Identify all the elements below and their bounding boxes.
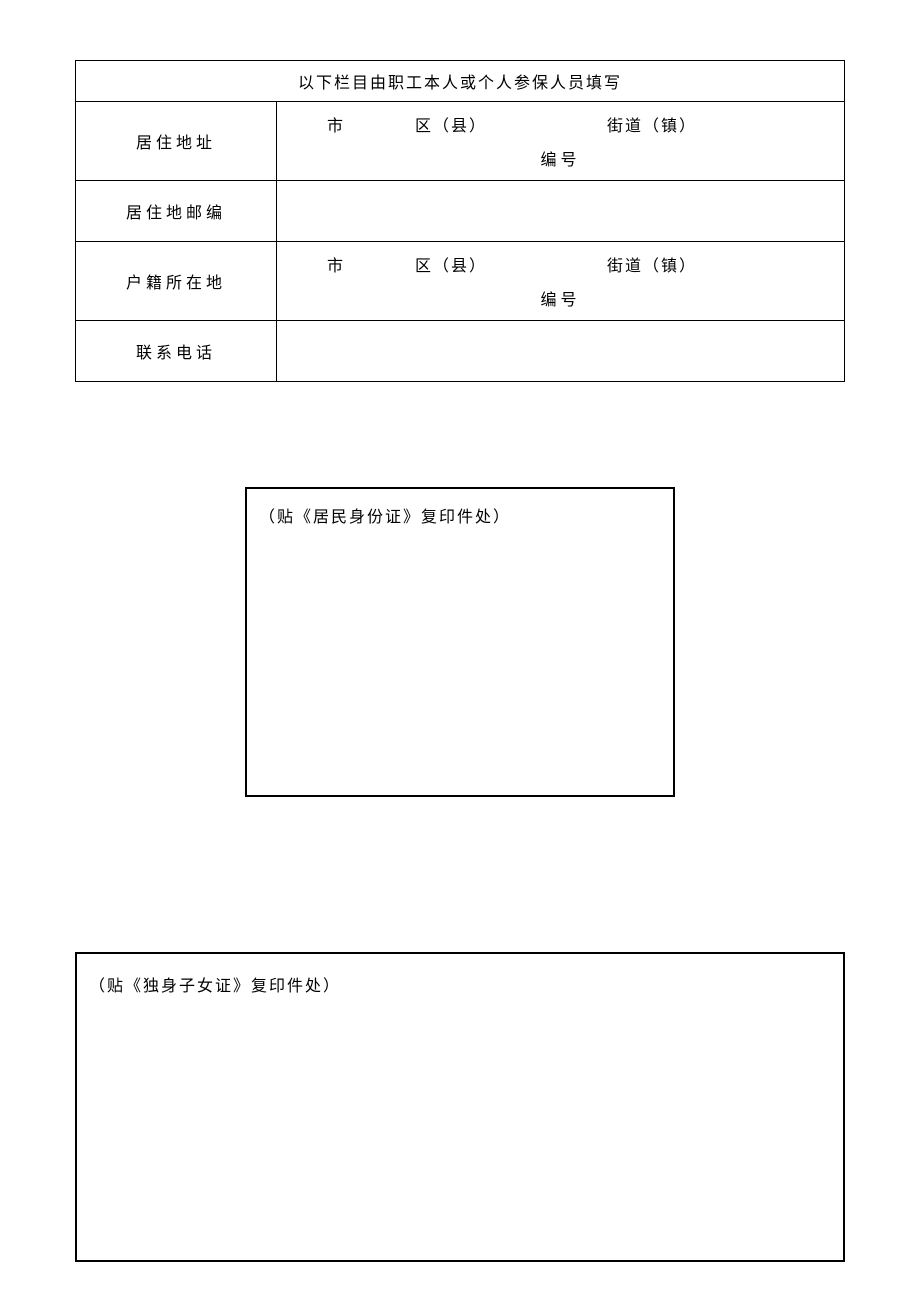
addr-district: 区（县） xyxy=(415,112,487,136)
header-text: 以下栏目由职工本人或个人参保人员填写 xyxy=(298,75,622,92)
only-child-cert-paste-text: （贴《独身子女证》复印件处） xyxy=(89,978,341,995)
addr-city: 市 xyxy=(327,112,345,136)
row-label-phone: 联系电话 xyxy=(76,321,277,382)
id-card-paste-box: （贴《居民身份证》复印件处） xyxy=(245,487,675,797)
address-line2: 编号 xyxy=(277,146,844,170)
postal-value-cell[interactable] xyxy=(277,181,845,242)
only-child-cert-paste-box: （贴《独身子女证》复印件处） xyxy=(75,952,845,1262)
address-label: 居住地址 xyxy=(136,135,216,152)
phone-value-cell[interactable] xyxy=(277,321,845,382)
row-label-address: 居住地址 xyxy=(76,102,277,181)
hukou-street: 街道（镇） xyxy=(607,252,697,276)
hukou-line2: 编号 xyxy=(277,286,844,310)
hukou-line1: 市 区（县） 街道（镇） xyxy=(277,252,844,276)
row-label-hukou: 户籍所在地 xyxy=(76,242,277,321)
addr-number: 编号 xyxy=(540,152,580,169)
hukou-number: 编号 xyxy=(540,292,580,309)
table-header: 以下栏目由职工本人或个人参保人员填写 xyxy=(76,61,845,102)
postal-label: 居住地邮编 xyxy=(126,205,226,222)
address-line1: 市 区（县） 街道（镇） xyxy=(277,112,844,136)
phone-label: 联系电话 xyxy=(136,345,216,362)
hukou-value-cell[interactable]: 市 区（县） 街道（镇） 编号 xyxy=(277,242,845,321)
addr-street: 街道（镇） xyxy=(607,112,697,136)
form-table: 以下栏目由职工本人或个人参保人员填写 居住地址 市 区（县） 街道（镇） 编号 … xyxy=(75,60,845,382)
hukou-label: 户籍所在地 xyxy=(126,275,226,292)
hukou-district: 区（县） xyxy=(415,252,487,276)
address-value-cell[interactable]: 市 区（县） 街道（镇） 编号 xyxy=(277,102,845,181)
hukou-city: 市 xyxy=(327,252,345,276)
row-label-postal: 居住地邮编 xyxy=(76,181,277,242)
id-card-paste-text: （贴《居民身份证》复印件处） xyxy=(259,509,511,526)
page: 以下栏目由职工本人或个人参保人员填写 居住地址 市 区（县） 街道（镇） 编号 … xyxy=(0,0,920,1262)
